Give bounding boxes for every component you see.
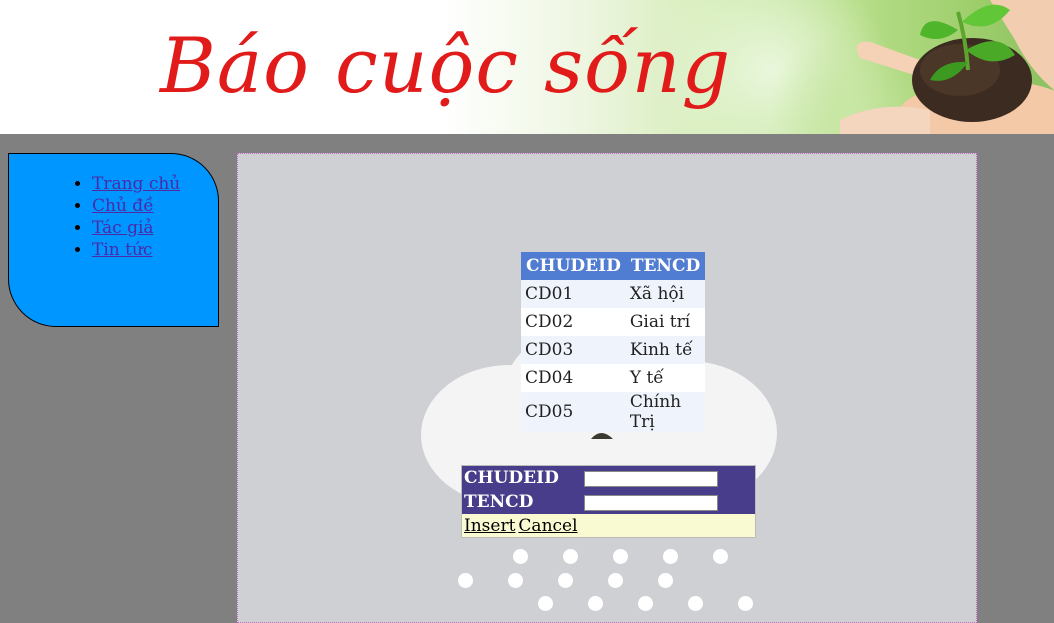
cell-tencd: Giai trí (625, 308, 706, 336)
nav-item: Chủ đề (92, 195, 218, 217)
table-row: CD04 Y tế (521, 364, 706, 392)
rain-drop (508, 573, 523, 588)
field-label-tencd: TENCD (461, 490, 582, 514)
column-header-chudeid: CHUDEID (521, 252, 626, 280)
cell-chudeid: CD03 (521, 336, 626, 364)
table-header-row: CHUDEID TENCD (521, 252, 706, 280)
rain-drop (458, 573, 473, 588)
cell-tencd: Kinh tế (625, 336, 706, 364)
form-row: TENCD (461, 490, 756, 514)
hand-with-seedling-icon (840, 0, 1054, 134)
rain-drop (663, 549, 678, 564)
nav-link-trang-chu[interactable]: Trang chủ (92, 174, 180, 194)
form-row: CHUDEID (461, 465, 756, 490)
table-row: CD03 Kinh tế (521, 336, 706, 364)
rain-drop (738, 596, 753, 611)
table-row: CD05 Chính Trị (521, 392, 706, 432)
nav-link-chu-de[interactable]: Chủ đề (92, 196, 154, 216)
rain-drop (713, 549, 728, 564)
cancel-link[interactable]: Cancel (518, 516, 577, 536)
nav-link-tin-tuc[interactable]: Tin tức (92, 240, 152, 260)
rain-drop (558, 573, 573, 588)
rain-drop (658, 573, 673, 588)
cell-chudeid: CD05 (521, 392, 626, 432)
cell-chudeid: CD02 (521, 308, 626, 336)
column-header-tencd: TENCD (625, 252, 706, 280)
rain-drop (588, 596, 603, 611)
tencd-input[interactable] (584, 495, 718, 511)
nav-item: Trang chủ (92, 173, 218, 195)
insert-link[interactable]: Insert (464, 516, 515, 536)
rain-drop (608, 573, 623, 588)
rain-drop (563, 549, 578, 564)
sidebar-nav: Trang chủ Chủ đề Tác giả Tin tức (8, 153, 219, 327)
form-actions-row: Insert Cancel (461, 514, 756, 538)
main-content: CHUDEID TENCD CD01 Xã hội CD02 Giai trí … (237, 153, 977, 623)
rain-drop (538, 596, 553, 611)
cell-tencd: Y tế (625, 364, 706, 392)
nav-item: Tác giả (92, 217, 218, 239)
cell-chudeid: CD04 (521, 364, 626, 392)
chudeid-input[interactable] (584, 471, 718, 487)
header-banner: Báo cuộc sống (0, 0, 1054, 134)
rain-drop (613, 549, 628, 564)
cell-tencd: Xã hội (625, 280, 706, 308)
insert-form: CHUDEID TENCD Insert Cancel (461, 465, 756, 538)
rain-drop (688, 596, 703, 611)
nav-link-tac-gia[interactable]: Tác giả (92, 218, 154, 238)
cell-chudeid: CD01 (521, 280, 626, 308)
nav-list: Trang chủ Chủ đề Tác giả Tin tức (9, 154, 218, 261)
chude-table: CHUDEID TENCD CD01 Xã hội CD02 Giai trí … (521, 252, 706, 432)
field-cell (582, 465, 756, 490)
rain-drop (513, 549, 528, 564)
rain-drop (638, 596, 653, 611)
nav-item: Tin tức (92, 239, 218, 261)
cell-tencd: Chính Trị (625, 392, 706, 432)
field-label-chudeid: CHUDEID (461, 465, 582, 490)
field-cell (582, 490, 756, 514)
table-row: CD02 Giai trí (521, 308, 706, 336)
site-title: Báo cuộc sống (160, 21, 732, 110)
form-actions: Insert Cancel (461, 514, 756, 538)
table-row: CD01 Xã hội (521, 280, 706, 308)
